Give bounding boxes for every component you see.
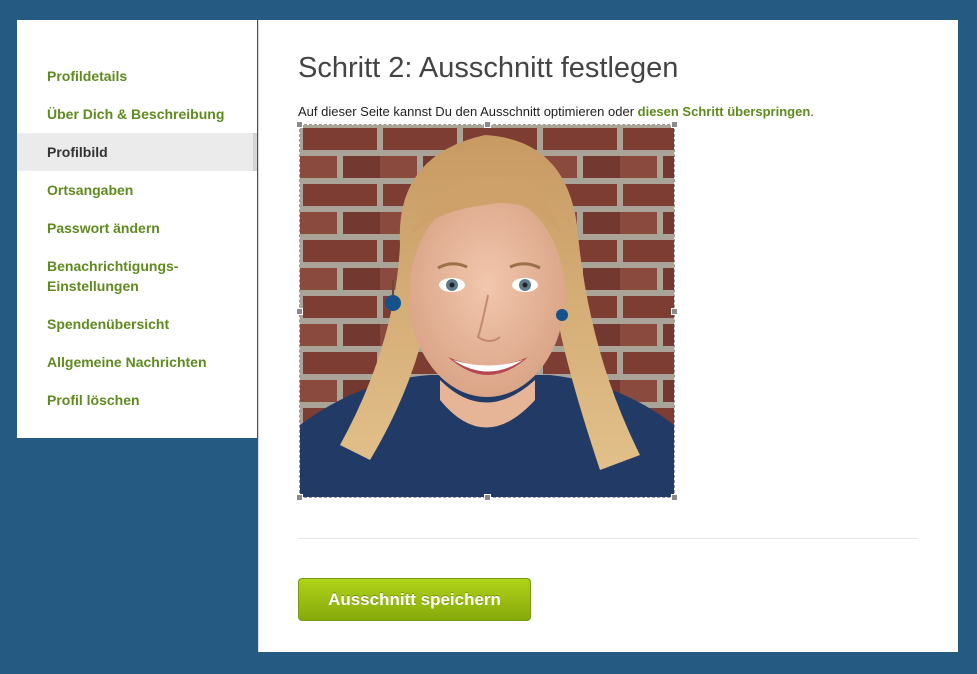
sidebar-item-nachrichten[interactable]: Allgemeine Nachrichten	[17, 343, 257, 381]
crop-handle-bottom-left[interactable]	[296, 494, 303, 501]
sidebar-item-profilbild[interactable]: Profilbild	[17, 133, 257, 171]
sidebar-item-profildetails[interactable]: Profildetails	[17, 57, 257, 95]
sidebar-item-profil-loeschen[interactable]: Profil löschen	[17, 381, 257, 419]
crop-handle-top-left[interactable]	[296, 121, 303, 128]
crop-handle-bottom[interactable]	[484, 494, 491, 501]
profile-sidebar: Profildetails Über Dich & Beschreibung P…	[17, 20, 257, 438]
skip-step-link[interactable]: diesen Schritt überspringen	[638, 104, 811, 119]
divider	[298, 538, 918, 539]
crop-area[interactable]	[296, 121, 678, 501]
profile-photo-image	[300, 125, 674, 497]
sidebar-item-benachrichtigungen[interactable]: Benachrichtigungs- Einstellungen	[17, 247, 257, 305]
sidebar-item-ueber-dich[interactable]: Über Dich & Beschreibung	[17, 95, 257, 133]
sidebar-item-spendenuebersicht[interactable]: Spendenübersicht	[17, 305, 257, 343]
crop-handle-bottom-right[interactable]	[671, 494, 678, 501]
sidebar-item-passwort[interactable]: Passwort ändern	[17, 209, 257, 247]
profile-photo	[300, 125, 674, 497]
crop-handle-top-right[interactable]	[671, 121, 678, 128]
crop-handle-top[interactable]	[484, 121, 491, 128]
crop-handle-right[interactable]	[671, 308, 678, 315]
intro-prefix: Auf dieser Seite kannst Du den Ausschnit…	[298, 104, 638, 119]
sidebar-item-ortsangaben[interactable]: Ortsangaben	[17, 171, 257, 209]
intro-text: Auf dieser Seite kannst Du den Ausschnit…	[298, 103, 814, 121]
crop-handle-left[interactable]	[296, 308, 303, 315]
save-crop-button[interactable]: Ausschnitt speichern	[298, 578, 531, 621]
intro-suffix: .	[810, 104, 814, 119]
page-title: Schritt 2: Ausschnitt festlegen	[298, 52, 679, 84]
main-content: Schritt 2: Ausschnitt festlegen Auf dies…	[258, 20, 958, 652]
